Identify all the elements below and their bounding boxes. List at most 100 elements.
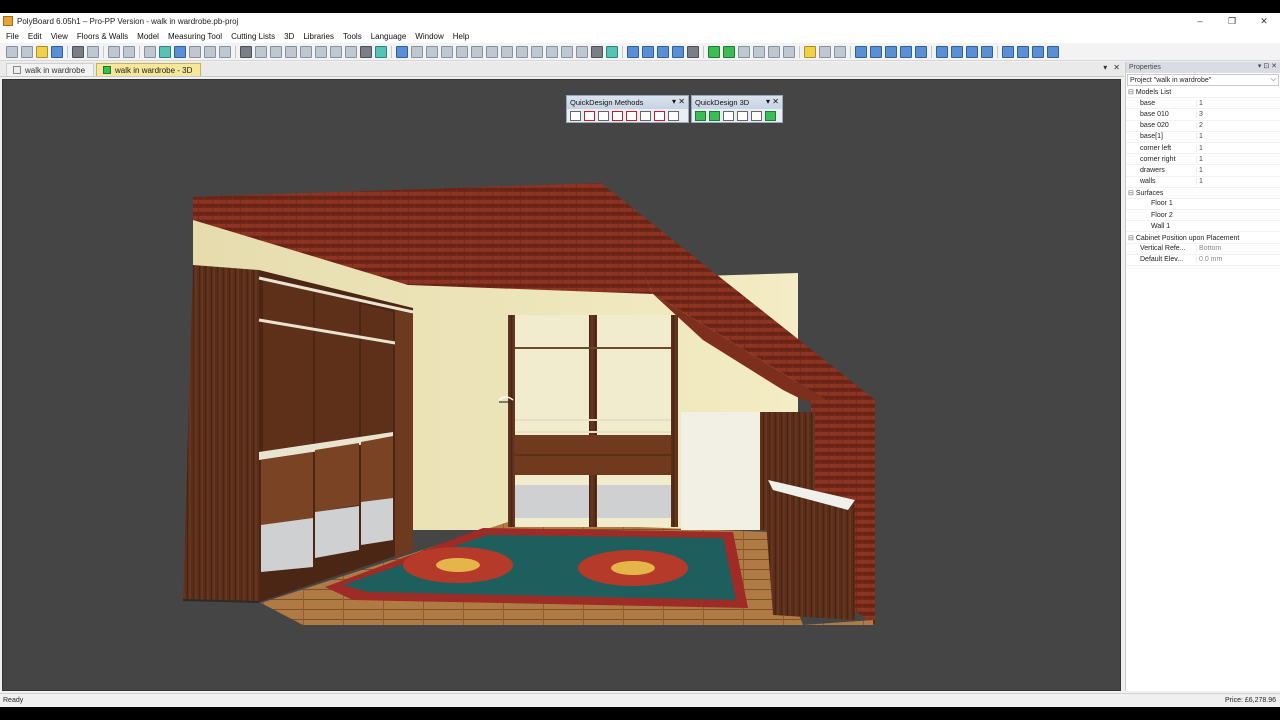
print-icon[interactable]	[72, 45, 84, 58]
shape-icon[interactable]	[516, 45, 528, 58]
door-method-icon[interactable]	[654, 111, 665, 121]
link-icon[interactable]	[204, 45, 216, 58]
properties-object-selector[interactable]: Project "walk in wardrobe" ⌵	[1127, 74, 1279, 86]
quickdesign-methods-controls[interactable]: ▾ ✕	[672, 97, 685, 106]
shelf-icon[interactable]	[486, 45, 498, 58]
3d-viewport[interactable]: QuickDesign Methods ▾ ✕ QuickDesign 3D ▾…	[2, 79, 1121, 691]
view-3d-outline-icon[interactable]	[753, 45, 765, 58]
info-icon[interactable]	[219, 45, 231, 58]
handle-icon[interactable]	[576, 45, 588, 58]
globe-icon[interactable]	[396, 45, 408, 58]
panel-method-icon[interactable]	[584, 111, 595, 121]
quickdesign-3d-header[interactable]: QuickDesign 3D ▾ ✕	[692, 96, 782, 109]
menu-language[interactable]: Language	[371, 32, 407, 41]
surface-row-wall-1[interactable]: Wall 1	[1126, 221, 1280, 233]
pencil-icon[interactable]	[255, 45, 267, 58]
rotate-left-icon[interactable]	[627, 45, 639, 58]
list-method-icon[interactable]	[668, 111, 679, 121]
model-row-base-020[interactable]: base 020 2	[1126, 121, 1280, 132]
copy-cabinet-icon[interactable]	[174, 45, 186, 58]
perspective-4-icon[interactable]	[1047, 45, 1059, 58]
menu-cutting-lists[interactable]: Cutting Lists	[231, 32, 275, 41]
material-icon[interactable]	[606, 45, 618, 58]
menu-edit[interactable]: Edit	[28, 32, 42, 41]
table-icon[interactable]	[270, 45, 282, 58]
panel-split-icon[interactable]	[441, 45, 453, 58]
surfaces-category[interactable]: Surfaces	[1126, 188, 1280, 199]
shelf-method-icon[interactable]	[598, 111, 609, 121]
iso-view-4-icon[interactable]	[981, 45, 993, 58]
grid-icon[interactable]	[240, 45, 252, 58]
refresh-icon[interactable]	[672, 45, 684, 58]
surface-row-floor-2[interactable]: Floor 2	[1126, 210, 1280, 222]
panel-door-icon[interactable]	[456, 45, 468, 58]
box-icon[interactable]	[375, 45, 387, 58]
menu-model[interactable]: Model	[137, 32, 159, 41]
view-back-icon[interactable]	[870, 45, 882, 58]
rotate-right-icon[interactable]	[642, 45, 654, 58]
stack-icon[interactable]	[591, 45, 603, 58]
model-row-base-1[interactable]: base[1] 1	[1126, 132, 1280, 143]
tab-walk-in-wardrobe-3d[interactable]: walk in wardrobe - 3D	[96, 63, 202, 76]
redo-icon[interactable]	[123, 45, 135, 58]
light-bulb-icon[interactable]	[804, 45, 816, 58]
menu-view[interactable]: View	[51, 32, 68, 41]
camera-icon[interactable]	[687, 45, 699, 58]
perspective-3-icon[interactable]	[1032, 45, 1044, 58]
delete-icon[interactable]	[330, 45, 342, 58]
property-value[interactable]: Bottom	[1196, 245, 1280, 253]
save-icon[interactable]	[51, 45, 63, 58]
model-row-base-010[interactable]: base 010 3	[1126, 109, 1280, 121]
grid-method-icon[interactable]	[626, 111, 637, 121]
iso-view-1-icon[interactable]	[936, 45, 948, 58]
drawer-icon[interactable]	[501, 45, 513, 58]
view-3d-box-icon[interactable]	[783, 45, 795, 58]
slope-icon[interactable]	[546, 45, 558, 58]
view-left-icon[interactable]	[885, 45, 897, 58]
text-tool-icon[interactable]	[144, 45, 156, 58]
cabinet-icon[interactable]	[159, 45, 171, 58]
cabinet-position-category[interactable]: Cabinet Position upon Placement	[1126, 232, 1280, 244]
models-list-category[interactable]: Models List	[1126, 87, 1280, 99]
model-row-drawers[interactable]: drawers 1	[1126, 165, 1280, 177]
property-value[interactable]: 0.0 mm	[1196, 256, 1280, 264]
3d-frame-icon[interactable]	[737, 111, 748, 121]
close-button[interactable]: ✕	[1248, 13, 1280, 29]
copy-view-icon[interactable]	[819, 45, 831, 58]
scissors-icon[interactable]	[570, 111, 581, 121]
wardrobe-3d-render[interactable]	[3, 80, 1121, 691]
view-3d-solid-icon[interactable]	[723, 45, 735, 58]
page-icon[interactable]	[834, 45, 846, 58]
tab-walk-in-wardrobe[interactable]: walk in wardrobe	[6, 63, 95, 76]
drawer-method-icon[interactable]	[612, 111, 623, 121]
new-project-icon[interactable]	[6, 45, 18, 58]
tab-list-dropdown-icon[interactable]: ▾	[1103, 63, 1107, 72]
leg-icon[interactable]	[561, 45, 573, 58]
panel-frame-icon[interactable]	[471, 45, 483, 58]
surface-row-floor-1[interactable]: Floor 1	[1126, 199, 1280, 211]
menu-window[interactable]: Window	[415, 32, 443, 41]
menu-libraries[interactable]: Libraries	[303, 32, 334, 41]
cabinet-outline-icon[interactable]	[189, 45, 201, 58]
panel-icon[interactable]	[426, 45, 438, 58]
menu-help[interactable]: Help	[453, 32, 469, 41]
vertical-dimension-icon[interactable]	[300, 45, 312, 58]
angled-panel-icon[interactable]	[531, 45, 543, 58]
divider-icon[interactable]	[411, 45, 423, 58]
iso-view-2-icon[interactable]	[951, 45, 963, 58]
open-folder-icon[interactable]	[36, 45, 48, 58]
print-preview-icon[interactable]	[87, 45, 99, 58]
menu-floors-walls[interactable]: Floors & Walls	[77, 32, 128, 41]
minimize-button[interactable]: –	[1184, 13, 1216, 29]
arrow-icon[interactable]	[345, 45, 357, 58]
view-3d-hidden-icon[interactable]	[768, 45, 780, 58]
iso-view-3-icon[interactable]	[966, 45, 978, 58]
3d-cabinet-selected-icon[interactable]	[709, 111, 720, 121]
tab-close-icon[interactable]: ✕	[1113, 63, 1120, 72]
model-row-base[interactable]: base 1	[1126, 98, 1280, 110]
undo-icon[interactable]	[108, 45, 120, 58]
maximize-button[interactable]: ❐	[1216, 13, 1248, 29]
check-icon[interactable]	[315, 45, 327, 58]
properties-panel-controls[interactable]: ▾ ⊡ ✕	[1258, 62, 1277, 70]
view-front-icon[interactable]	[855, 45, 867, 58]
